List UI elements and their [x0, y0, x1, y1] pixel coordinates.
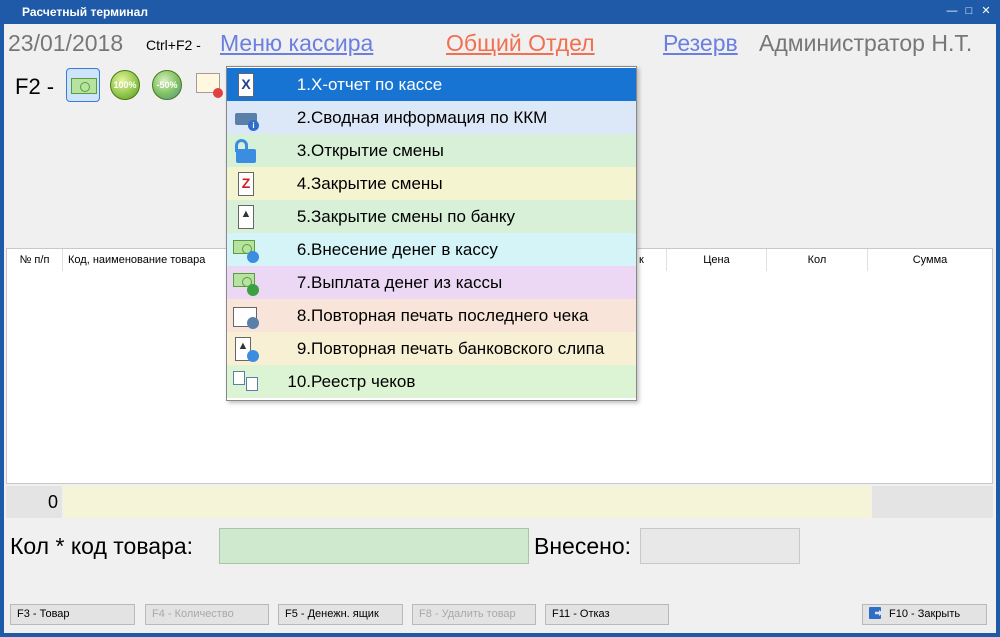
f8-delete-product-button[interactable]: F8 - Удалить товар — [412, 604, 536, 625]
f4-quantity-button[interactable]: F4 - Количество — [145, 604, 269, 625]
cash-in-icon — [233, 237, 259, 263]
open-shift-icon — [233, 138, 259, 164]
column-header-number[interactable]: № п/п — [7, 249, 63, 271]
cash-out-icon — [233, 270, 259, 296]
title-bar: Расчетный терминал — □ ✕ — [0, 0, 1000, 24]
menu-item-label: Закрытие смены — [311, 174, 443, 193]
menu-item-label: Повторная печать последнего чека — [311, 306, 589, 325]
totals-strip — [63, 486, 871, 518]
cashier-menu-dropdown: X 1. Х-отчет по кассе i 2. Сводная инфор… — [226, 66, 637, 401]
maximize-icon[interactable]: □ — [961, 3, 977, 19]
cashier-menu-link[interactable]: Меню кассира — [220, 30, 373, 57]
menu-item-number: 7. — [296, 273, 311, 292]
menu-item-number: 9. — [296, 339, 311, 358]
menu-item-receipt-registry[interactable]: 10. Реестр чеков — [227, 365, 636, 398]
menu-item-reprint-receipt[interactable]: 8. Повторная печать последнего чека — [227, 299, 636, 332]
x-report-icon: X — [233, 72, 259, 98]
menu-item-number: 4. — [296, 174, 311, 193]
f11-cancel-button[interactable]: F11 - Отказ — [545, 604, 669, 625]
menu-item-cash-in[interactable]: 6. Внесение денег в кассу — [227, 233, 636, 266]
column-header-price[interactable]: Цена — [667, 249, 767, 271]
total-sum-box — [872, 486, 993, 518]
menu-item-x-report[interactable]: X 1. Х-отчет по кассе — [227, 68, 636, 101]
menu-item-open-shift[interactable]: 3. Открытие смены — [227, 134, 636, 167]
menu-item-reprint-slip[interactable]: ▲ 9. Повторная печать банковского слипа — [227, 332, 636, 365]
column-header-qty[interactable]: Кол — [767, 249, 868, 271]
reprint-slip-icon: ▲ — [233, 336, 259, 362]
menu-item-number: 5. — [296, 207, 311, 226]
menu-item-label: Х-отчет по кассе — [311, 75, 443, 94]
banknote-button[interactable] — [66, 68, 100, 102]
menu-item-label: Сводная информация по ККМ — [311, 108, 548, 127]
f10-close-label: F10 - Закрыть — [889, 608, 961, 620]
minimize-icon[interactable]: — — [944, 3, 960, 19]
receipt-registry-icon — [233, 369, 259, 395]
menu-item-close-shift[interactable]: Z 4. Закрытие смены — [227, 167, 636, 200]
certificate-icon — [196, 73, 223, 98]
menu-item-number: 2. — [296, 108, 311, 127]
exit-icon — [869, 607, 881, 619]
paid-label: Внесено: — [534, 533, 632, 559]
department-link[interactable]: Общий Отдел — [446, 30, 595, 57]
menu-item-number: 8. — [296, 306, 311, 325]
f3-product-button[interactable]: F3 - Товар — [10, 604, 135, 625]
close-icon[interactable]: ✕ — [978, 3, 994, 19]
user-name: Администратор Н.Т. — [759, 30, 973, 56]
banknote-icon — [71, 78, 97, 94]
menu-item-label: Открытие смены — [311, 141, 444, 160]
menu-item-label: Реестр чеков — [311, 372, 416, 391]
kkm-info-icon: i — [233, 105, 259, 131]
reprint-receipt-icon — [233, 303, 259, 329]
items-count: 0 — [6, 486, 62, 518]
toolbar-label: F2 - — [15, 74, 55, 99]
discount-50-icon: -50% — [152, 70, 182, 100]
menu-item-number: 1. — [296, 75, 311, 94]
menu-item-number: 3. — [296, 141, 311, 160]
column-header-sum[interactable]: Сумма — [868, 249, 992, 271]
paid-input[interactable] — [640, 528, 800, 564]
menu-item-label: Повторная печать банковского слипа — [311, 339, 605, 358]
menu-item-kkm-info[interactable]: i 2. Сводная информация по ККМ — [227, 101, 636, 134]
bank-close-icon: ▲ — [233, 204, 259, 230]
f5-cash-drawer-button[interactable]: F5 - Денежн. ящик — [278, 604, 403, 625]
menu-item-label: Закрытие смены по банку — [311, 207, 515, 226]
qty-code-label: Кол * код товара: — [10, 533, 194, 559]
menu-item-bank-close[interactable]: ▲ 5. Закрытие смены по банку — [227, 200, 636, 233]
f10-close-button[interactable]: F10 - Закрыть — [862, 604, 987, 625]
reserve-link[interactable]: Резерв — [663, 30, 738, 57]
current-date: 23/01/2018 — [8, 30, 124, 56]
menu-item-cash-out[interactable]: 7. Выплата денег из кассы — [227, 266, 636, 299]
discount-100-icon: 100% — [110, 70, 140, 100]
menu-item-number: 6. — [296, 240, 311, 259]
menu-item-label: Выплата денег из кассы — [311, 273, 503, 292]
certificate-button[interactable] — [192, 68, 226, 102]
discount-100-button[interactable]: 100% — [108, 68, 142, 102]
discount-50-button[interactable]: -50% — [150, 68, 184, 102]
qty-code-input[interactable] — [219, 528, 529, 564]
shortcut-hint: Ctrl+F2 - — [146, 37, 201, 53]
z-report-icon: Z — [233, 171, 259, 197]
menu-item-number: 10. — [287, 372, 311, 391]
menu-item-label: Внесение денег в кассу — [311, 240, 498, 259]
window-title: Расчетный терминал — [22, 5, 148, 19]
